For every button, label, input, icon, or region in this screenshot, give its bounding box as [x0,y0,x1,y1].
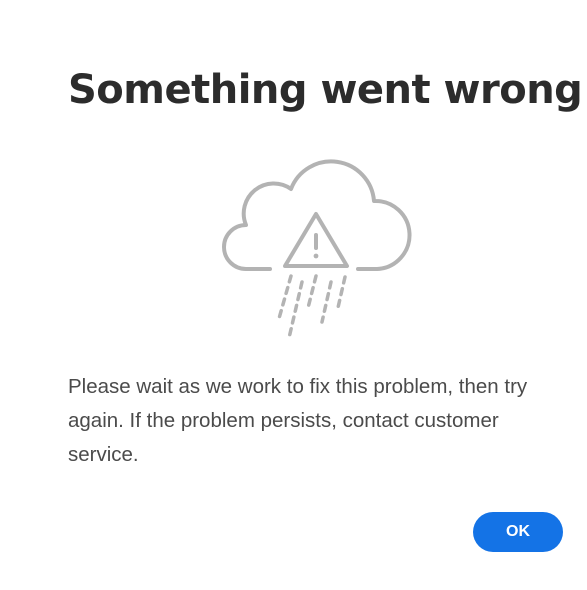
dialog-title: Something went wrong [68,67,583,113]
cloud-rain-warning-icon [222,159,412,340]
dialog-message: Please wait as we work to fix this probl… [68,375,528,466]
error-dialog: Something went wrong Please wait as we w… [0,0,587,590]
ok-button[interactable]: OK [473,512,563,552]
